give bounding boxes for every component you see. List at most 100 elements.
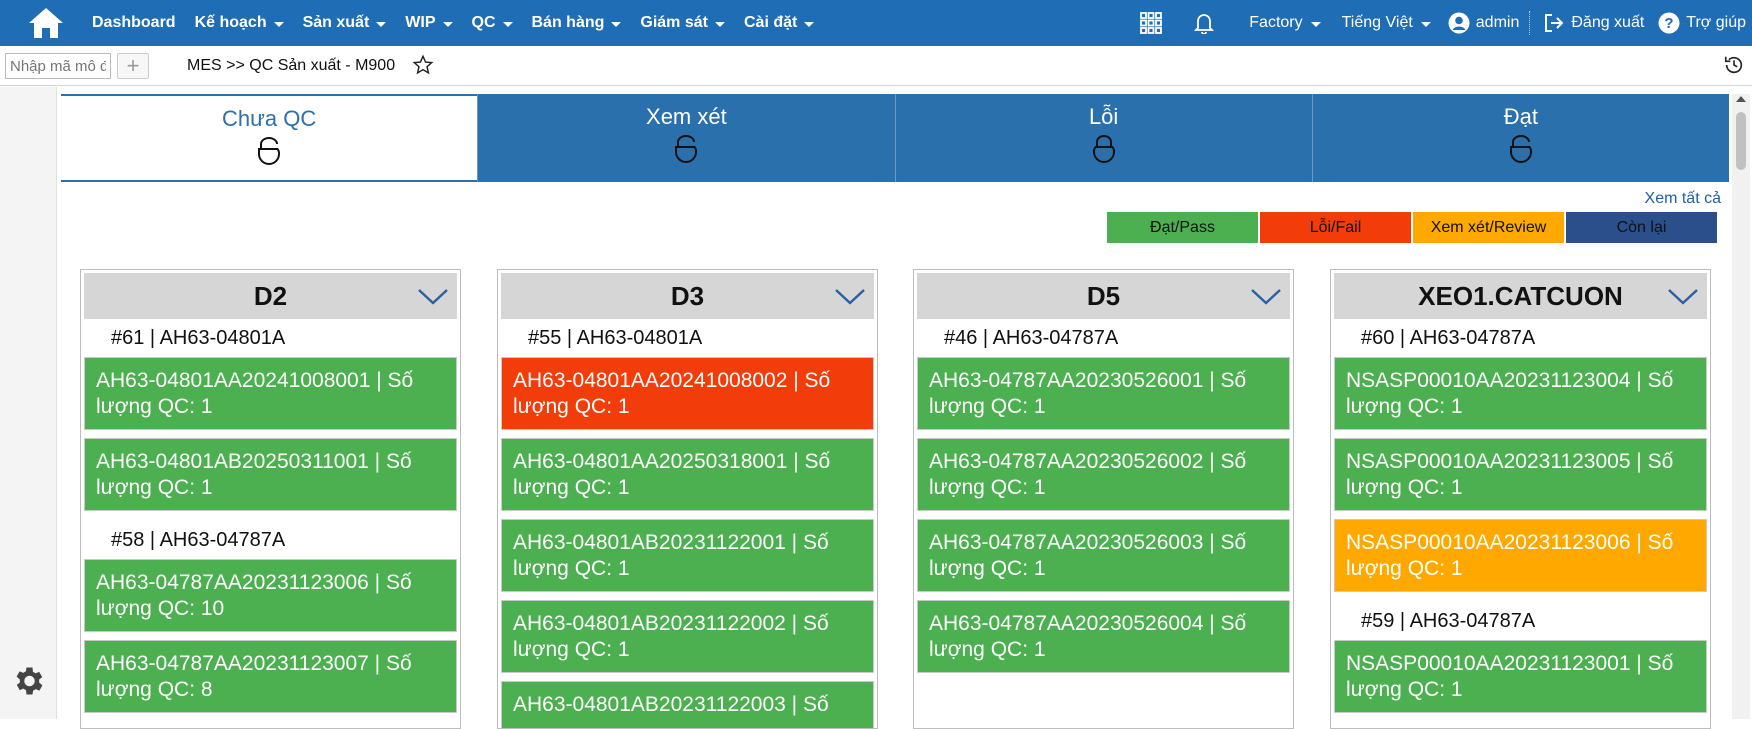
menu-giam-sat[interactable]: Giám sát: [640, 14, 725, 32]
qc-lot-card[interactable]: AH63-04801AA20241008002 | Số lượng QC: 1: [501, 357, 874, 430]
menu-wip[interactable]: WIP: [405, 14, 453, 32]
menu-qc[interactable]: QC: [472, 14, 513, 32]
qc-lot-card[interactable]: NSASP00010AA20231123004 | Số lượng QC: 1: [1334, 357, 1707, 430]
group-title: #60 | AH63-04787A: [1361, 327, 1536, 349]
qc-lot-card[interactable]: AH63-04801AB20231122002 | Số lượng QC: 1: [501, 600, 874, 673]
add-button[interactable]: +: [117, 53, 149, 79]
menu-label: Cài đặt: [743, 14, 798, 31]
tab-label: Đạt: [1503, 104, 1538, 129]
chevron-down-icon[interactable]: [834, 288, 866, 311]
chevron-down-icon: [804, 21, 815, 27]
logout-icon: [1544, 13, 1564, 33]
chevron-down-icon: [1310, 21, 1321, 27]
language-dropdown[interactable]: Tiếng Việt: [1342, 14, 1431, 32]
legend-remaining[interactable]: Còn lại: [1566, 212, 1717, 243]
user-menu[interactable]: admin: [1448, 12, 1520, 34]
legend-review[interactable]: Xem xét/Review: [1413, 212, 1564, 243]
chevron-down-icon[interactable]: [417, 288, 449, 311]
group-title: #46 | AH63-04787A: [944, 327, 1119, 349]
qc-lot-card[interactable]: NSASP00010AA20231123006 | Số lượng QC: 1: [1334, 519, 1707, 592]
column-title: D5: [1086, 280, 1121, 311]
column-header[interactable]: XEO1.CATCUON: [1334, 273, 1707, 319]
group-title: #58 | AH63-04787A: [111, 529, 286, 551]
menu-dashboard[interactable]: Dashboard: [92, 14, 176, 32]
legend-fail[interactable]: Lỗi/Fail: [1260, 212, 1411, 243]
chevron-down-icon: [273, 21, 284, 27]
help-icon: ?: [1658, 12, 1680, 34]
star-icon[interactable]: [412, 54, 434, 81]
help-button[interactable]: ? Trợ giúp: [1658, 12, 1746, 34]
plus-icon: +: [126, 53, 140, 78]
chevron-down-icon: [714, 21, 725, 27]
svg-text:?: ?: [1665, 15, 1674, 32]
menu-label: Giám sát: [640, 14, 708, 31]
menu-san-xuat[interactable]: Sản xuất: [303, 14, 387, 32]
qc-lot-card[interactable]: NSASP00010AA20231123005 | Số lượng QC: 1: [1334, 438, 1707, 511]
help-label: Trợ giúp: [1686, 14, 1746, 31]
column-header[interactable]: D2: [84, 273, 457, 319]
qc-lot-card[interactable]: AH63-04801AA20250318001 | Số lượng QC: 1: [501, 438, 874, 511]
qc-lot-card[interactable]: AH63-04787AA20230526004 | Số lượng QC: 1: [917, 600, 1290, 673]
chevron-down-icon: [1420, 21, 1431, 27]
qc-lot-card[interactable]: AH63-04801AB20231122003 | Số: [501, 681, 874, 728]
group-title: #55 | AH63-04801A: [528, 327, 703, 349]
right-nav: Factory Tiếng Việt admin Đăng xuất ? Trợ…: [1140, 0, 1752, 46]
menu-label: WIP: [405, 14, 436, 31]
left-gutter: [0, 87, 57, 719]
logout-label: Đăng xuất: [1571, 14, 1645, 31]
menu-cai-dat[interactable]: Cài đặt: [743, 14, 815, 32]
menu-label: Dashboard: [92, 14, 176, 31]
scroll-thumb[interactable]: [1736, 112, 1746, 170]
view-all-link[interactable]: Xem tất cả: [1645, 190, 1721, 208]
qc-lot-card[interactable]: AH63-04801AA20241008001 | Số lượng QC: 1: [84, 357, 457, 430]
tab-dat[interactable]: Đạt: [1311, 94, 1729, 182]
tab-xem-xet[interactable]: Xem xét: [477, 94, 895, 182]
apps-grid-icon[interactable]: [1140, 12, 1163, 34]
column-title: XEO1.CATCUON: [1418, 280, 1623, 311]
group-title: #61 | AH63-04801A: [111, 327, 286, 349]
chevron-down-icon: [376, 21, 387, 27]
chevron-down-icon[interactable]: [1250, 288, 1282, 311]
top-navbar: Dashboard Kế hoạch Sản xuất WIP QC Bán h…: [0, 0, 1752, 46]
tab-label: Lỗi: [1088, 104, 1119, 129]
station-column-d2: D2 #61 | AH63-04801A AH63-04801AA202410080…: [80, 269, 461, 729]
qc-lot-card[interactable]: AH63-04787AA20230526003 | Số lượng QC: 1: [917, 519, 1290, 592]
qc-lot-card[interactable]: AH63-04787AA20231123007 | Số lượng QC: 8: [84, 640, 457, 713]
station-column-d3: D3 #55 | AH63-04801A AH63-04801AA202410080…: [497, 269, 878, 729]
history-icon[interactable]: [1723, 54, 1745, 81]
user-icon: [1448, 12, 1470, 34]
qc-lot-card[interactable]: AH63-04787AA20230526001 | Số lượng QC: 1: [917, 357, 1290, 430]
factory-label: Factory: [1249, 14, 1303, 31]
menu-label: Kế hoạch: [194, 14, 267, 31]
bell-icon[interactable]: [1194, 12, 1215, 34]
qc-lot-card[interactable]: AH63-04801AB20231122001 | Số lượng QC: 1: [501, 519, 874, 592]
qc-lot-card[interactable]: AH63-04801AB20250311001 | Số lượng QC: 1: [84, 438, 457, 511]
home-icon[interactable]: [0, 0, 92, 46]
sub-toolbar: + MES >> QC Sản xuất - M900: [0, 46, 1752, 86]
qc-lot-card[interactable]: NSASP00010AA20231123001 | Số lượng QC: 1: [1334, 640, 1707, 713]
tab-chua-qc[interactable]: Chưa QC: [61, 94, 478, 182]
user-name: admin: [1475, 14, 1520, 31]
status-legend: Đạt/Pass Lỗi/Fail Xem xét/Review Còn lại: [1107, 212, 1719, 243]
group-title: #59 | AH63-04787A: [1361, 610, 1536, 632]
qc-lot-card[interactable]: AH63-04787AA20231123006 | Số lượng QC: 1…: [84, 559, 457, 632]
gear-icon[interactable]: [10, 663, 46, 704]
chevron-down-icon[interactable]: [1667, 288, 1699, 311]
tab-loi[interactable]: Lỗi: [894, 94, 1312, 182]
column-title: D3: [670, 280, 705, 311]
scroll-up-arrow-icon[interactable]: [1736, 96, 1746, 102]
menu-ke-hoach[interactable]: Kế hoạch: [195, 14, 284, 32]
module-code-input[interactable]: [5, 53, 111, 79]
factory-dropdown[interactable]: Factory: [1249, 14, 1321, 32]
language-label: Tiếng Việt: [1341, 14, 1413, 31]
scrollbar[interactable]: [1732, 94, 1750, 719]
column-header[interactable]: D5: [917, 273, 1290, 319]
qc-lot-card[interactable]: AH63-04787AA20230526002 | Số lượng QC: 1: [917, 438, 1290, 511]
column-title: D2: [253, 280, 288, 311]
logout-button[interactable]: Đăng xuất: [1544, 13, 1644, 33]
column-header[interactable]: D3: [501, 273, 874, 319]
qc-status-tabs: Chưa QC Xem xét Lỗi Đạt: [61, 94, 1729, 182]
tab-label: Chưa QC: [222, 106, 317, 131]
menu-ban-hang[interactable]: Bán hàng: [532, 14, 622, 32]
legend-pass[interactable]: Đạt/Pass: [1107, 212, 1258, 243]
